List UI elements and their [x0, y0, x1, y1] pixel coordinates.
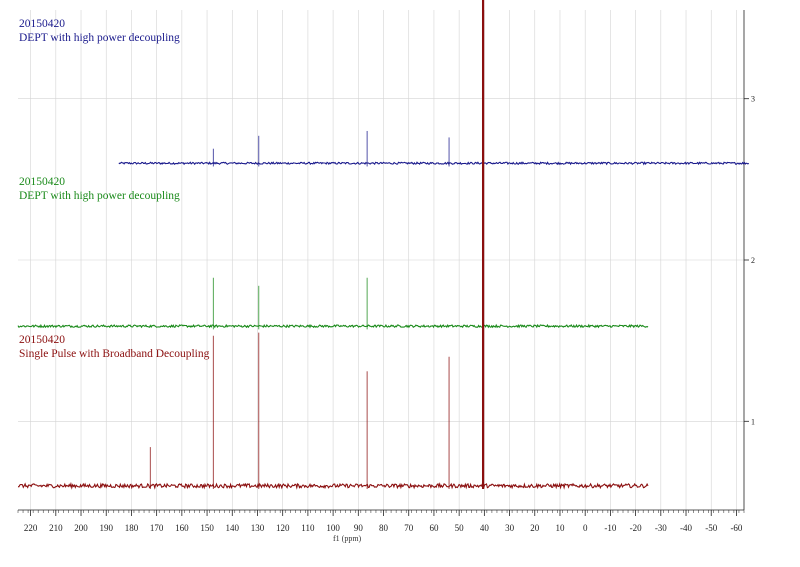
series-label-dept-blue: 20150420 DEPT with high power decoupling [19, 17, 180, 45]
x-tick-label: 40 [480, 523, 490, 533]
x-tick-label: 0 [583, 523, 588, 533]
series-0-description: DEPT with high power decoupling [19, 32, 180, 45]
x-tick-label: 140 [226, 523, 240, 533]
x-tick-label: 110 [301, 523, 315, 533]
x-tick-label: 160 [175, 523, 189, 533]
x-tick-label: 170 [150, 523, 164, 533]
x-tick-label: 220 [24, 523, 38, 533]
x-tick-label: 70 [404, 523, 414, 533]
x-tick-label: 130 [251, 523, 265, 533]
x-tick-label: -20 [630, 523, 642, 533]
y-tick-label: 1 [751, 417, 755, 426]
series-1-description: DEPT with high power decoupling [19, 190, 180, 203]
series-2-date: 20150420 [19, 334, 65, 347]
x-tick-label: -40 [680, 523, 692, 533]
plot-background [0, 0, 800, 567]
x-tick-label: 210 [49, 523, 63, 533]
x-tick-label: 10 [555, 523, 565, 533]
x-axis-title: f1 (ppm) [333, 534, 362, 543]
y-tick-label: 3 [751, 95, 755, 104]
series-2-description: Single Pulse with Broadband Decoupling [19, 348, 210, 361]
y-tick-label: 2 [751, 256, 755, 265]
x-tick-label: -30 [655, 523, 667, 533]
x-tick-label: 20 [530, 523, 540, 533]
x-tick-label: -60 [730, 523, 742, 533]
x-tick-label: 80 [379, 523, 389, 533]
x-tick-label: 190 [99, 523, 113, 533]
x-tick-label: -10 [604, 523, 616, 533]
x-tick-label: 180 [125, 523, 139, 533]
series-1-date: 20150420 [19, 176, 65, 189]
x-tick-label: 200 [74, 523, 88, 533]
x-tick-label: 100 [326, 523, 340, 533]
series-label-single-pulse: 20150420 Single Pulse with Broadband Dec… [19, 333, 209, 361]
x-tick-label: 90 [354, 523, 364, 533]
x-tick-label: 150 [200, 523, 214, 533]
x-tick-label: -50 [705, 523, 717, 533]
x-tick-label: 120 [276, 523, 290, 533]
x-tick-label: 30 [505, 523, 515, 533]
nmr-stacked-spectra-plot: 220 210 200 190 180 170 160 150 140 130 120 110 100 9… [0, 0, 800, 567]
x-tick-label: 50 [455, 523, 465, 533]
x-tick-label: 60 [429, 523, 439, 533]
series-label-dept-green: 20150420 DEPT with high power decoupling [19, 175, 180, 203]
series-0-date: 20150420 [19, 18, 65, 31]
